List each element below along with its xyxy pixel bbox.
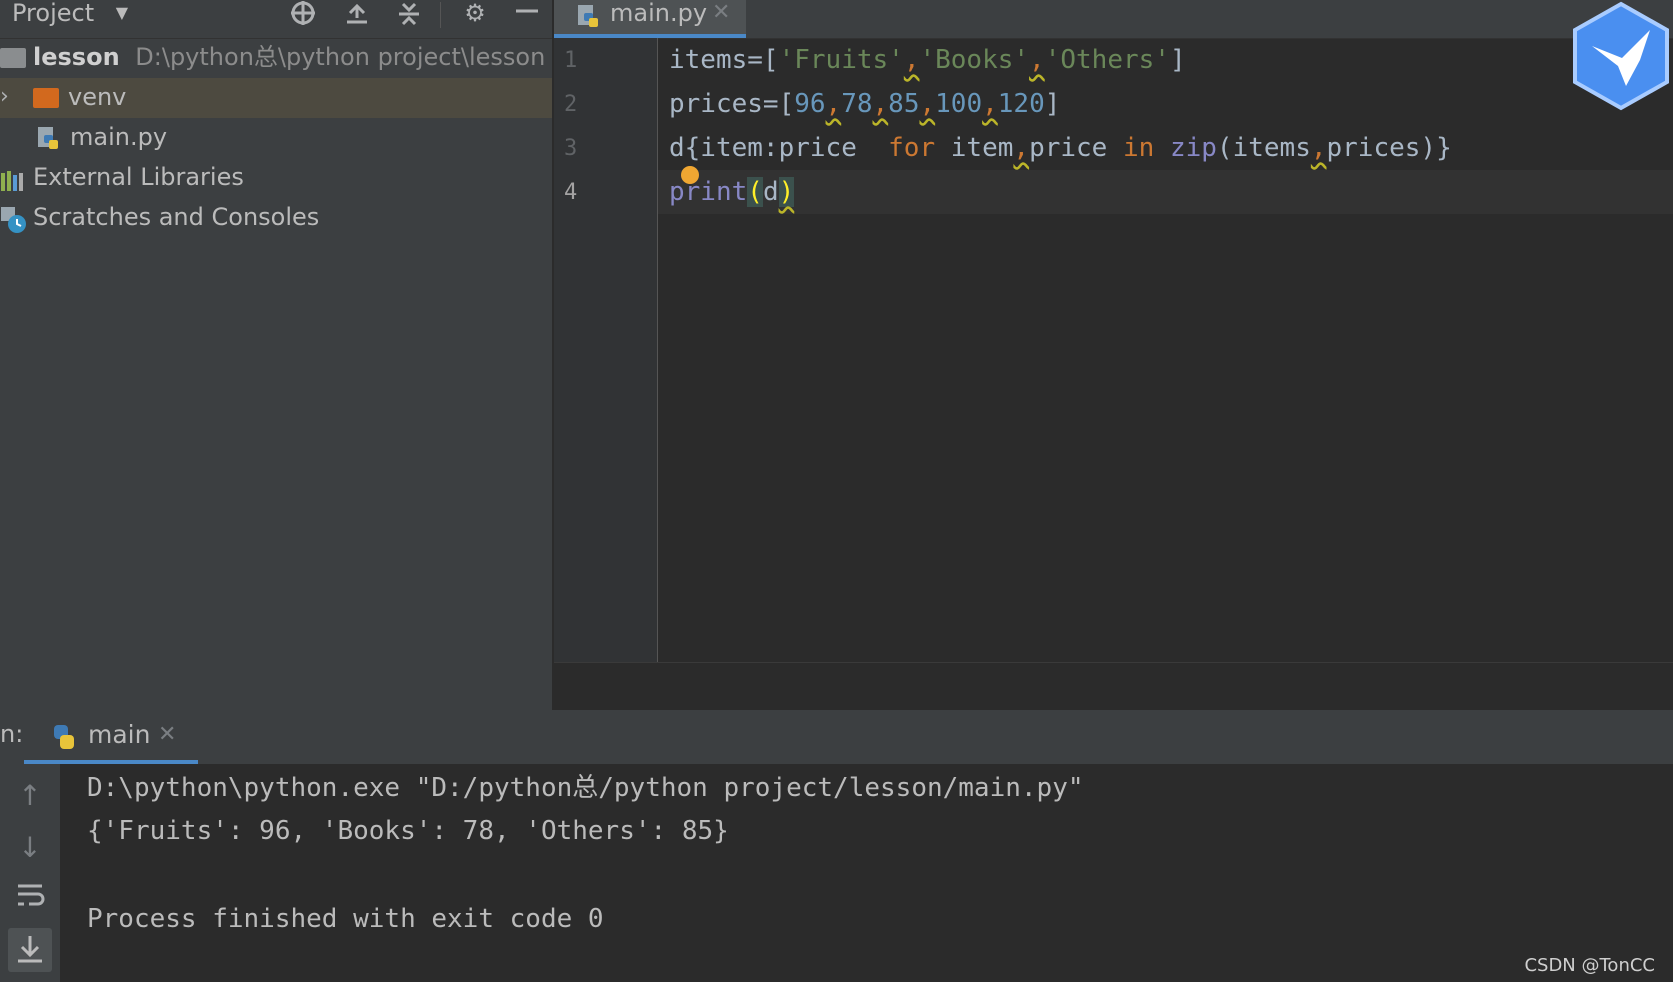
code-line-3[interactable]: d {item:price for item,price in zip(items… [669, 128, 1452, 184]
tree-item-label: Scratches and Consoles [33, 203, 320, 231]
run-tool-window-header: n: main ✕ [0, 710, 1673, 765]
code-paren: ( [747, 177, 763, 207]
bird-logo-icon [1570, 0, 1673, 112]
tree-item-lesson[interactable]: lesson D:\python总\python project\lesson [0, 38, 552, 78]
code-string: 'Books' [919, 45, 1030, 75]
code-token: , [919, 89, 936, 119]
line-number: 1 [564, 48, 578, 73]
code-token: , [872, 89, 889, 119]
code-token: , [1013, 133, 1030, 163]
code-number: 120 [997, 89, 1045, 119]
arrow-up-icon[interactable]: ↑ [10, 776, 50, 816]
code-keyword: in [1122, 133, 1155, 163]
code-token: , [903, 45, 920, 75]
code-string: 'Fruits' [778, 45, 904, 75]
chevron-down-icon: ▼ [115, 3, 129, 22]
project-panel-header: Project ▼ ⚙ [0, 0, 552, 39]
code-paren: ) [778, 177, 795, 207]
code-token: , [825, 89, 842, 119]
gutter-divider [657, 38, 658, 662]
code-token: prices)} [1326, 133, 1452, 163]
close-icon[interactable]: ✕ [712, 0, 730, 26]
minimize-icon[interactable] [512, 0, 542, 28]
tab-main-py[interactable]: main.py ✕ [554, 0, 746, 38]
python-icon [50, 723, 78, 755]
tab-label: main.py [610, 0, 708, 27]
close-icon[interactable]: ✕ [158, 722, 176, 747]
code-builtin: print [669, 177, 748, 207]
code-number: 96 [794, 89, 826, 119]
toolbar-divider [440, 2, 441, 28]
scratches-icon [0, 206, 28, 245]
code-number: 85 [888, 89, 920, 119]
python-file-icon [576, 4, 602, 30]
run-panel-prefix: n: [0, 720, 24, 748]
tree-item-venv[interactable]: › venv [0, 78, 552, 118]
expand-all-icon[interactable] [342, 0, 372, 28]
gear-icon[interactable]: ⚙ [460, 0, 490, 28]
tree-item-main-py[interactable]: main.py [0, 118, 552, 158]
folder-icon [33, 88, 59, 108]
code-number: 78 [841, 89, 873, 119]
code-builtin: zip [1169, 133, 1217, 163]
code-token: items=[ [669, 45, 779, 75]
code-token: ] [1044, 89, 1061, 119]
code-string: 'Others' [1044, 45, 1170, 75]
scroll-to-end-icon[interactable] [8, 928, 52, 972]
code-keyword: for [888, 133, 936, 163]
tree-item-label: External Libraries [33, 163, 244, 191]
watermark: CSDN @TonCC [1524, 955, 1655, 976]
code-token: , [1310, 133, 1327, 163]
code-token: , [1029, 45, 1045, 75]
code-token: item [935, 133, 1014, 163]
python-file-icon [36, 125, 62, 151]
line-number: 2 [564, 92, 578, 117]
editor-gutter [554, 38, 658, 662]
tree-item-path: D:\python总\python project\lesson [135, 43, 546, 71]
project-title-label: Project [12, 0, 95, 27]
line-number: 3 [564, 136, 578, 161]
tab-label: main [88, 720, 151, 749]
code-number: 100 [935, 89, 983, 119]
run-sidebar: ↑ ↓ [0, 764, 60, 982]
code-token: d [762, 177, 779, 207]
tab-run-main[interactable]: main ✕ [50, 710, 200, 760]
arrow-down-icon[interactable]: ↓ [10, 828, 50, 868]
code-token: , [982, 89, 998, 119]
editor-bottom-area [554, 662, 1673, 711]
collapse-all-icon[interactable] [394, 0, 424, 28]
line-number: 4 [564, 180, 578, 205]
code-line-4[interactable]: print(d) [669, 172, 795, 212]
code-token: price [1029, 133, 1123, 163]
tree-item-scratches[interactable]: Scratches and Consoles [0, 198, 552, 238]
locate-icon[interactable] [288, 0, 318, 28]
code-token: ] [1169, 45, 1186, 75]
current-line-highlight [658, 170, 1673, 214]
code-token: (items [1216, 133, 1311, 163]
console-line: Process finished with exit code 0 [87, 904, 604, 934]
folder-icon [0, 48, 26, 68]
code-token: prices=[ [669, 89, 795, 119]
code-token: d [669, 133, 685, 163]
console-line: D:\python\python.exe "D:/python总/python … [87, 773, 1084, 803]
code-token: {item:price [684, 133, 889, 163]
chevron-right-icon[interactable]: › [0, 78, 9, 116]
tree-item-label: main.py [70, 123, 168, 151]
tree-item-label: lesson [33, 43, 120, 71]
tree-item-label: venv [68, 83, 127, 111]
console-line: {'Fruits': 96, 'Books': 78, 'Others': 85… [87, 816, 729, 846]
code-line-2[interactable]: prices=[96,78,85,100,120] [669, 84, 1060, 124]
soft-wrap-icon[interactable] [10, 880, 50, 920]
project-view-selector[interactable]: Project ▼ [12, 0, 128, 26]
code-line-1[interactable]: items=['Fruits','Books','Others'] [669, 40, 1186, 80]
tree-item-external-libraries[interactable]: External Libraries [0, 158, 552, 198]
